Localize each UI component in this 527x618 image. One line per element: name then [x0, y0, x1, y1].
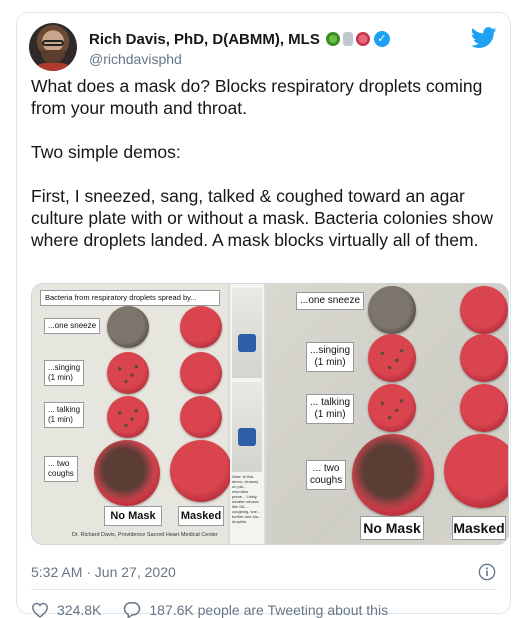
column-label-no-mask: No Mask — [104, 506, 162, 526]
demo-photo-bottom — [232, 382, 262, 472]
conversation-button[interactable]: 187.6K people are Tweeting about this — [123, 601, 388, 618]
avatar[interactable] — [29, 23, 77, 71]
petri-dish-emoji-icon — [355, 32, 370, 46]
heart-icon — [31, 602, 49, 618]
row-label-coughs: ... two coughs — [44, 456, 78, 482]
media-left-panel[interactable]: Bacteria from respiratory droplets sprea… — [32, 284, 232, 544]
plate-nomask-coughs — [94, 440, 160, 506]
right-plate-nomask-sneeze — [368, 286, 416, 334]
tweet-actions: 324.8K 187.6K people are Tweeting about … — [31, 601, 410, 618]
microscope-emoji-icon — [342, 32, 353, 46]
info-icon[interactable] — [478, 563, 496, 581]
media-note: Note: In this demo, viruses) on pla... m… — [232, 474, 262, 524]
row-label-singing: ...singing (1 min) — [44, 360, 85, 386]
virus-emoji-icon — [325, 32, 340, 46]
like-count: 324.8K — [57, 601, 102, 618]
user-handle[interactable]: @richdavisphd — [89, 51, 182, 67]
right-row-label-singing: ...singing (1 min) — [306, 342, 355, 372]
right-plate-masked-coughs — [444, 434, 508, 508]
verified-badge-icon: ✓ — [373, 31, 390, 47]
plate-nomask-talking — [107, 396, 149, 438]
plate-nomask-singing — [107, 352, 149, 394]
row-label-sneeze: ...one sneeze — [44, 318, 101, 334]
media-right-panel[interactable]: ...one sneeze ...singing (1 min) ... tal… — [266, 284, 508, 544]
tweet-timestamp[interactable]: 5:32 AM · Jun 27, 2020 — [31, 564, 176, 580]
plate-masked-coughs — [170, 440, 232, 502]
tweet-header: Rich Davis, PhD, D(ABMM), MLS ✓ @richdav… — [29, 23, 499, 73]
column-label-masked: Masked — [178, 506, 224, 526]
plate-masked-talking — [180, 396, 222, 438]
media-left-title: Bacteria from respiratory droplets sprea… — [40, 290, 220, 306]
right-plate-nomask-singing — [368, 334, 416, 382]
twitter-bird-icon[interactable] — [471, 27, 497, 49]
right-plate-nomask-talking — [368, 384, 416, 432]
right-row-label-talking: ... talking (1 min) — [306, 394, 355, 424]
divider — [31, 589, 497, 590]
author-name-row[interactable]: Rich Davis, PhD, D(ABMM), MLS ✓ — [89, 29, 390, 49]
tweet-text: What does a mask do? Blocks respiratory … — [31, 76, 494, 250]
tweet-media[interactable]: Bacteria from respiratory droplets sprea… — [31, 283, 509, 545]
right-row-label-coughs: ... two coughs — [306, 460, 347, 490]
right-column-label-no-mask: No Mask — [360, 516, 424, 540]
right-plate-masked-talking — [460, 384, 508, 432]
like-button[interactable]: 324.8K — [31, 602, 101, 618]
plate-masked-singing — [180, 352, 222, 394]
tweeting-count: 187.6K people are Tweeting about this — [149, 601, 389, 618]
plate-nomask-sneeze — [107, 306, 149, 348]
plate-masked-sneeze — [180, 306, 222, 348]
tweet-card: Rich Davis, PhD, D(ABMM), MLS ✓ @richdav… — [16, 12, 511, 618]
right-column-label-masked: Masked — [452, 516, 506, 540]
comment-icon — [124, 602, 141, 618]
right-row-label-sneeze: ...one sneeze — [296, 292, 365, 310]
right-plate-nomask-coughs — [352, 434, 434, 516]
demo-photo-top — [232, 288, 262, 378]
right-plate-masked-singing — [460, 334, 508, 382]
right-plate-masked-sneeze — [460, 286, 508, 334]
media-credit: Dr. Richard Davis, Providence Sacred Hea… — [72, 532, 218, 538]
row-label-talking: ... talking (1 min) — [44, 402, 85, 428]
display-name[interactable]: Rich Davis, PhD, D(ABMM), MLS — [89, 31, 320, 48]
media-middle-panel[interactable]: Note: In this demo, viruses) on pla... m… — [230, 284, 264, 544]
